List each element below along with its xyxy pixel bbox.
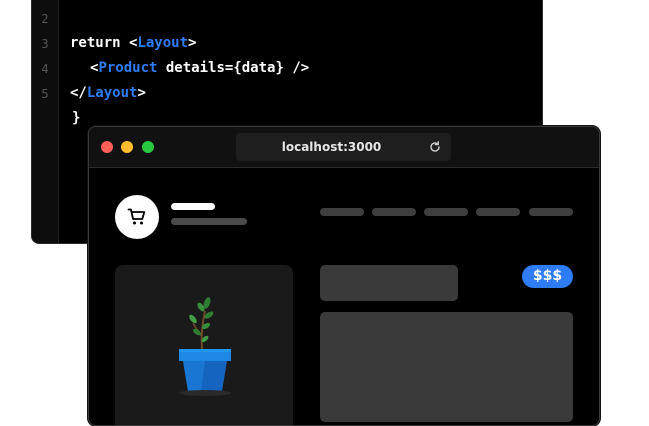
tag-open-bracket: </	[70, 85, 87, 101]
url-text: localhost:3000	[281, 140, 382, 154]
nav-link-placeholder[interactable]	[424, 208, 468, 216]
nav-link-placeholder[interactable]	[320, 208, 364, 216]
code-line: 4 </Layout>	[32, 33, 146, 101]
reload-icon[interactable]	[429, 141, 441, 153]
tag-close-bracket: />	[283, 60, 310, 76]
tag-name: Layout	[137, 35, 189, 51]
keyword-return: return	[70, 35, 121, 51]
address-bar[interactable]: localhost:3000	[236, 133, 451, 161]
brand-name-placeholder	[171, 203, 215, 210]
nav-link-placeholder[interactable]	[476, 208, 520, 216]
line-number: 5	[41, 87, 49, 101]
product-image-card	[115, 265, 293, 425]
code-line: 5 }	[32, 58, 80, 126]
browser-window: localhost:3000 $$$	[88, 126, 600, 426]
minimize-window-button[interactable]	[121, 141, 133, 153]
product-description-placeholder	[320, 312, 573, 422]
nav-link-placeholder[interactable]	[372, 208, 416, 216]
price-badge: $$$	[522, 265, 573, 288]
maximize-window-button[interactable]	[142, 141, 154, 153]
close-window-button[interactable]	[101, 141, 113, 153]
tag-close-bracket: >	[137, 85, 146, 101]
tag-close-bracket: >	[188, 35, 197, 51]
closing-brace: }	[72, 110, 81, 126]
product-title-placeholder	[320, 265, 458, 301]
nav-link-placeholder[interactable]	[529, 208, 573, 216]
code-line: 3 <Product details={data} />	[32, 8, 309, 76]
brand-tagline-placeholder	[171, 218, 247, 225]
tag-name: Product	[98, 60, 158, 76]
tag-attribute: details={data}	[157, 60, 284, 76]
store-logo[interactable]	[115, 195, 159, 239]
browser-titlebar: localhost:3000	[89, 127, 599, 168]
tag-name: Layout	[86, 85, 138, 101]
potted-plant-icon	[179, 297, 231, 396]
shopping-cart-icon	[127, 208, 146, 225]
code-line: 2 return <Layout>	[32, 0, 196, 51]
